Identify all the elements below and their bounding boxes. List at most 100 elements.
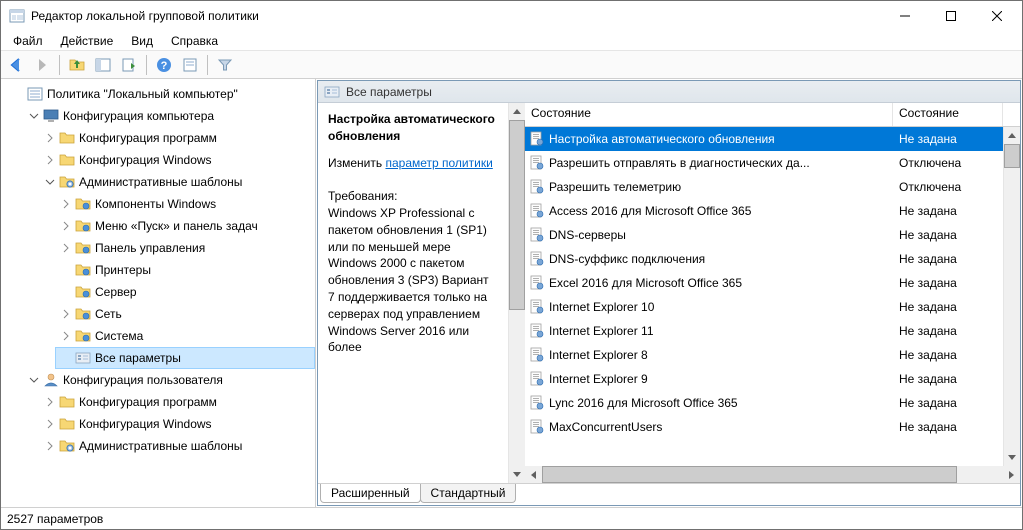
folder-icon [75, 306, 91, 322]
tab-extended[interactable]: Расширенный [320, 484, 421, 503]
expand-icon[interactable] [43, 417, 57, 431]
list-row[interactable]: Разрешить отправлять в диагностических д… [525, 151, 1003, 175]
tree-control-panel[interactable]: Панель управления [55, 237, 315, 259]
tree-start-menu[interactable]: Меню «Пуск» и панель задач [55, 215, 315, 237]
expand-icon[interactable] [59, 307, 73, 321]
list-row[interactable]: Lync 2016 для Microsoft Office 365Не зад… [525, 391, 1003, 415]
desc-edit-prefix: Изменить [328, 156, 385, 170]
scroll-up-icon[interactable] [1004, 127, 1020, 144]
desc-title: Настройка автоматического обновления [328, 111, 498, 145]
desc-scrollbar[interactable] [508, 103, 525, 483]
list-row[interactable]: Internet Explorer 9Не задана [525, 367, 1003, 391]
scroll-up-icon[interactable] [509, 103, 525, 120]
list-row[interactable]: Разрешить телеметриюОтключена [525, 175, 1003, 199]
collapse-icon[interactable] [43, 175, 57, 189]
minimize-button[interactable] [882, 1, 928, 31]
folder-icon [59, 394, 75, 410]
edit-policy-link[interactable]: параметр политики [385, 156, 492, 170]
col-state-value[interactable]: Состояние [893, 103, 1003, 126]
row-state: Не задана [893, 300, 1003, 314]
tree-computer-config[interactable]: Конфигурация компьютера [23, 105, 315, 127]
policy-item-icon [529, 131, 545, 147]
tree-uc-programs[interactable]: Конфигурация программ [39, 391, 315, 413]
folder-icon [75, 284, 91, 300]
tab-standard[interactable]: Стандартный [420, 484, 517, 503]
close-button[interactable] [974, 1, 1020, 31]
tree-network[interactable]: Сеть [55, 303, 315, 325]
help-button[interactable]: ? [153, 54, 175, 76]
tree-label: Все параметры [95, 351, 181, 365]
forward-button[interactable] [31, 54, 53, 76]
policy-item-icon [529, 179, 545, 195]
tree-win-components[interactable]: Компоненты Windows [55, 193, 315, 215]
folder-icon [75, 262, 91, 278]
tree-uc-admin-templates[interactable]: Административные шаблоны [39, 435, 315, 457]
row-state: Не задана [893, 228, 1003, 242]
policy-root-icon [27, 86, 43, 102]
list-row[interactable]: Internet Explorer 11Не задана [525, 319, 1003, 343]
menu-view[interactable]: Вид [123, 32, 161, 50]
tree-cc-windows[interactable]: Конфигурация Windows [39, 149, 315, 171]
up-button[interactable] [66, 54, 88, 76]
policy-item-icon [529, 203, 545, 219]
tree-label: Конфигурация Windows [79, 417, 212, 431]
row-name: MaxConcurrentUsers [549, 420, 662, 434]
tree-system[interactable]: Система [55, 325, 315, 347]
maximize-button[interactable] [928, 1, 974, 31]
expand-icon[interactable] [59, 329, 73, 343]
collapse-icon[interactable] [27, 109, 41, 123]
back-button[interactable] [5, 54, 27, 76]
list-row[interactable]: Internet Explorer 10Не задана [525, 295, 1003, 319]
collapse-icon[interactable] [27, 373, 41, 387]
col-state-name[interactable]: Состояние [525, 103, 893, 126]
expand-icon[interactable] [43, 439, 57, 453]
scroll-left-icon[interactable] [525, 466, 542, 483]
expand-icon[interactable] [43, 131, 57, 145]
row-state: Не задана [893, 276, 1003, 290]
list-row[interactable]: DNS-суффикс подключенияНе задана [525, 247, 1003, 271]
policy-item-icon [529, 275, 545, 291]
menu-file[interactable]: Файл [5, 32, 51, 50]
tree-label: Система [95, 329, 143, 343]
list-row[interactable]: Excel 2016 для Microsoft Office 365Не за… [525, 271, 1003, 295]
tree-user-config[interactable]: Конфигурация пользователя [23, 369, 315, 391]
properties-button[interactable] [179, 54, 201, 76]
list-rows: Настройка автоматического обновленияНе з… [525, 127, 1003, 466]
tree-cc-programs[interactable]: Конфигурация программ [39, 127, 315, 149]
tree-panel: Политика "Локальный компьютер" Конфигура… [1, 79, 316, 507]
col-scroll-space [1003, 103, 1020, 126]
folder-icon [59, 416, 75, 432]
expand-icon[interactable] [43, 153, 57, 167]
tree-cc-admin-templates[interactable]: Административные шаблоны [39, 171, 315, 193]
expand-icon[interactable] [59, 241, 73, 255]
list-row[interactable]: Настройка автоматического обновленияНе з… [525, 127, 1003, 151]
export-list-button[interactable] [118, 54, 140, 76]
row-name: DNS-суффикс подключения [549, 252, 705, 266]
policy-item-icon [529, 155, 545, 171]
menu-action[interactable]: Действие [53, 32, 122, 50]
tree-root[interactable]: Политика "Локальный компьютер" [7, 83, 315, 105]
toolbar-separator [207, 55, 208, 75]
tree-printers[interactable]: Принтеры [55, 259, 315, 281]
menu-help[interactable]: Справка [163, 32, 226, 50]
row-state: Не задана [893, 348, 1003, 362]
expand-icon[interactable] [43, 395, 57, 409]
list-hscrollbar[interactable] [525, 466, 1020, 483]
list-row[interactable]: DNS-серверыНе задана [525, 223, 1003, 247]
tree-server[interactable]: Сервер [55, 281, 315, 303]
list-row[interactable]: MaxConcurrentUsersНе задана [525, 415, 1003, 439]
filter-button[interactable] [214, 54, 236, 76]
list-row[interactable]: Access 2016 для Microsoft Office 365Не з… [525, 199, 1003, 223]
list-scrollbar[interactable] [1003, 127, 1020, 466]
show-hide-tree-button[interactable] [92, 54, 114, 76]
tree-uc-windows[interactable]: Конфигурация Windows [39, 413, 315, 435]
scroll-right-icon[interactable] [1003, 466, 1020, 483]
tree-all-settings[interactable]: Все параметры [55, 347, 315, 369]
scroll-down-icon[interactable] [509, 466, 525, 483]
list-row[interactable]: Internet Explorer 8Не задана [525, 343, 1003, 367]
policy-item-icon [529, 251, 545, 267]
expand-icon[interactable] [59, 219, 73, 233]
expand-icon[interactable] [59, 197, 73, 211]
scroll-down-icon[interactable] [1004, 449, 1020, 466]
desc-req-label: Требования: [328, 188, 498, 205]
